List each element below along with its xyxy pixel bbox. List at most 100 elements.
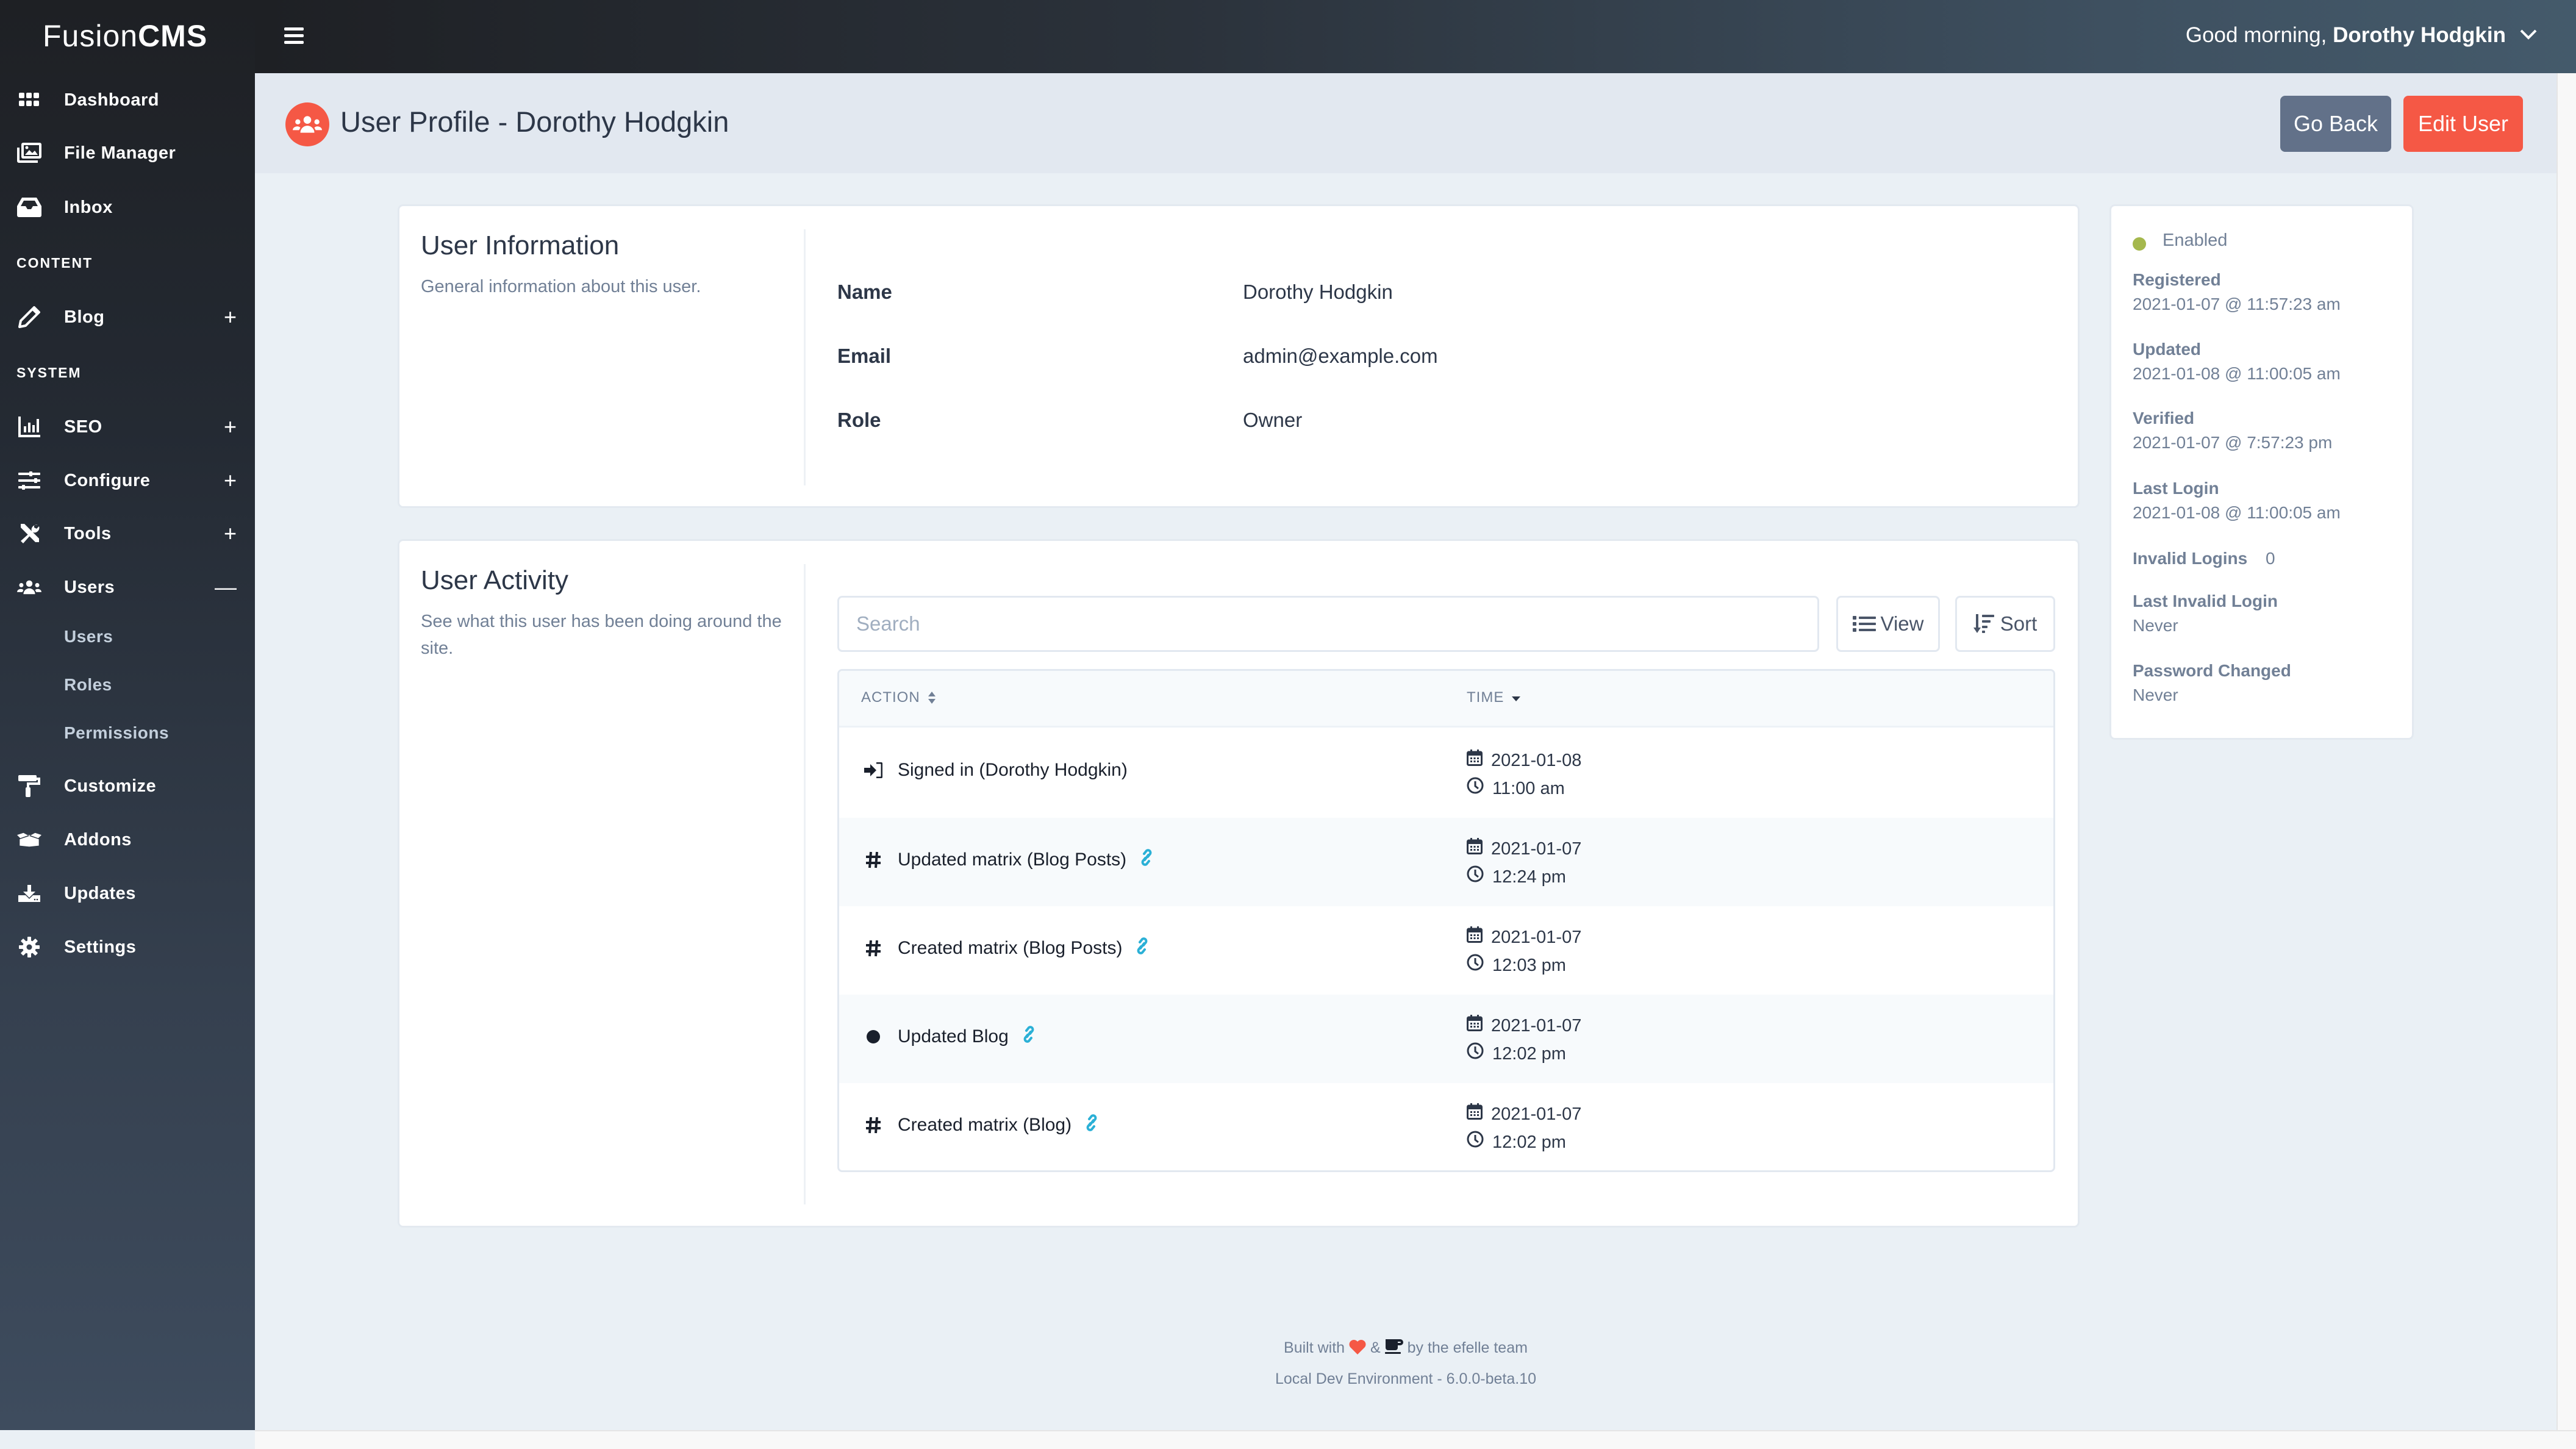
stat-registered: Registered 2021-01-07 @ 11:57:23 am (2133, 270, 2341, 314)
user-activity-card: User Activity See what this user has bee… (399, 541, 2078, 1226)
link-icon[interactable] (1021, 1025, 1037, 1048)
sidebar-item-configure[interactable]: Configure + (0, 459, 255, 502)
user-greeting[interactable]: Good morning, Dorothy Hodgkin (2186, 23, 2506, 48)
expand-icon[interactable]: + (224, 468, 237, 493)
chevron-down-icon[interactable] (2517, 23, 2539, 45)
stat-label: Last Login (2133, 479, 2219, 498)
stat-value: 0 (2266, 549, 2275, 568)
horizontal-scrollbar[interactable] (255, 1430, 2576, 1449)
footer-text: Built with (1284, 1339, 1345, 1356)
column-header-action[interactable]: ACTION (861, 689, 936, 706)
stat-value: Never (2133, 616, 2178, 635)
sidebar-subitem-users[interactable]: Users (64, 627, 113, 646)
stat-value: 2021-01-08 @ 11:00:05 am (2133, 364, 2341, 383)
sidebar-item-label: SEO (64, 417, 102, 437)
sidebar-item-label: Users (64, 577, 115, 597)
paint-roller-icon (17, 774, 41, 798)
stat-value: 2021-01-07 @ 11:57:23 am (2133, 295, 2341, 313)
stat-invalid-logins: Invalid Logins 0 (2133, 549, 2275, 568)
clock-icon (1467, 863, 1484, 891)
sidebar-item-blog[interactable]: Blog + (0, 296, 255, 338)
collapse-icon[interactable]: — (215, 574, 237, 600)
logo[interactable]: FusionCMS (43, 18, 207, 54)
heart-icon (1349, 1340, 1366, 1354)
column-header-label: TIME (1467, 689, 1504, 706)
page-title: User Profile - Dorothy Hodgkin (340, 106, 729, 138)
sidebar-subitem-roles[interactable]: Roles (64, 675, 112, 695)
sort-button-label: Sort (2000, 612, 2038, 635)
pencil-icon (17, 305, 41, 329)
cog-icon (17, 935, 41, 959)
status-badge: Enabled (2163, 231, 2228, 250)
sign-in-icon (861, 762, 886, 778)
card-title: User Information (421, 231, 620, 260)
sort-button[interactable]: Sort (1955, 596, 2055, 652)
hashtag-icon (861, 851, 886, 868)
activity-date: 2021-01-07 (1491, 1104, 1582, 1124)
stat-label: Invalid Logins (2133, 549, 2248, 568)
vertical-scrollbar[interactable] (2556, 73, 2576, 1430)
table-row: Updated Blog 2021-01-07 12:02 pm (839, 995, 2053, 1083)
sidebar-subitem-permissions[interactable]: Permissions (64, 723, 169, 743)
sidebar-item-users[interactable]: Users — (0, 566, 255, 609)
activity-date: 2021-01-07 (1491, 1016, 1582, 1036)
activity-action-cell: Updated matrix (Blog Posts) (861, 848, 1154, 871)
activity-action-cell: Created matrix (Blog) (861, 1114, 1100, 1137)
stat-label: Verified (2133, 409, 2195, 428)
sidebar-item-updates[interactable]: Updates (0, 872, 255, 915)
column-header-time[interactable]: TIME (1467, 689, 1521, 706)
stat-label: Password Changed (2133, 661, 2291, 680)
sidebar-item-dashboard[interactable]: Dashboard (0, 79, 255, 121)
hashtag-icon (861, 1117, 886, 1134)
sidebar-item-settings[interactable]: Settings (0, 926, 255, 968)
footer-environment: Local Dev Environment - 6.0.0-beta.10 (1275, 1370, 1536, 1387)
logo-light-text: Fusion (43, 19, 138, 53)
info-value: admin@example.com (1243, 345, 1438, 367)
sidebar-item-tools[interactable]: Tools + (0, 512, 255, 555)
edit-user-button[interactable]: Edit User (2403, 96, 2523, 152)
activity-action-text: Created matrix (Blog) (898, 1115, 1072, 1135)
stat-value: Never (2133, 685, 2178, 704)
info-value: Owner (1243, 409, 1303, 431)
card-divider (804, 229, 806, 485)
view-button[interactable]: View (1836, 596, 1940, 652)
sliders-icon (17, 468, 41, 493)
activity-action-text: Updated matrix (Blog Posts) (898, 850, 1127, 870)
link-icon[interactable] (1134, 937, 1150, 960)
link-icon[interactable] (1139, 848, 1154, 871)
activity-time: 12:02 pm (1492, 1044, 1566, 1064)
link-icon[interactable] (1084, 1114, 1100, 1137)
sidebar-item-file-manager[interactable]: File Manager (0, 132, 255, 174)
go-back-button[interactable]: Go Back (2280, 96, 2391, 152)
activity-search-input[interactable] (837, 596, 1819, 652)
sort-down-icon (1512, 696, 1521, 701)
box-open-icon (17, 828, 41, 852)
sidebar-item-label: Inbox (64, 197, 113, 217)
top-bar: Good morning, Dorothy Hodgkin (255, 0, 2576, 73)
card-divider (804, 564, 806, 1204)
stat-last-login: Last Login 2021-01-08 @ 11:00:05 am (2133, 479, 2341, 523)
sidebar-item-addons[interactable]: Addons (0, 818, 255, 861)
sidebar-item-customize[interactable]: Customize (0, 765, 255, 807)
sidebar-item-label: File Manager (64, 143, 176, 163)
activity-time-cell: 2021-01-07 12:02 pm (1467, 1012, 1581, 1068)
hamburger-menu-icon[interactable] (284, 27, 304, 46)
stat-password-changed: Password Changed Never (2133, 661, 2291, 705)
sidebar-item-seo[interactable]: SEO + (0, 406, 255, 448)
activity-action-cell: Updated Blog (861, 1025, 1037, 1048)
sidebar-item-inbox[interactable]: Inbox (0, 186, 255, 229)
column-header-label: ACTION (861, 689, 920, 706)
sidebar-item-label: Dashboard (64, 90, 159, 110)
info-row-name: Name Dorothy Hodgkin (837, 281, 1393, 304)
expand-icon[interactable]: + (224, 304, 237, 330)
clock-icon (1467, 775, 1484, 803)
footer-credit: Built with & by the efelle team (255, 1338, 2556, 1357)
stat-label: Registered (2133, 270, 2221, 289)
expand-icon[interactable]: + (224, 521, 237, 546)
user-information-card: User Information General information abo… (399, 206, 2078, 506)
info-label: Role (837, 409, 881, 431)
images-icon (17, 141, 41, 165)
footer-text: & (1370, 1339, 1381, 1356)
grid-icon (17, 88, 41, 112)
expand-icon[interactable]: + (224, 414, 237, 440)
